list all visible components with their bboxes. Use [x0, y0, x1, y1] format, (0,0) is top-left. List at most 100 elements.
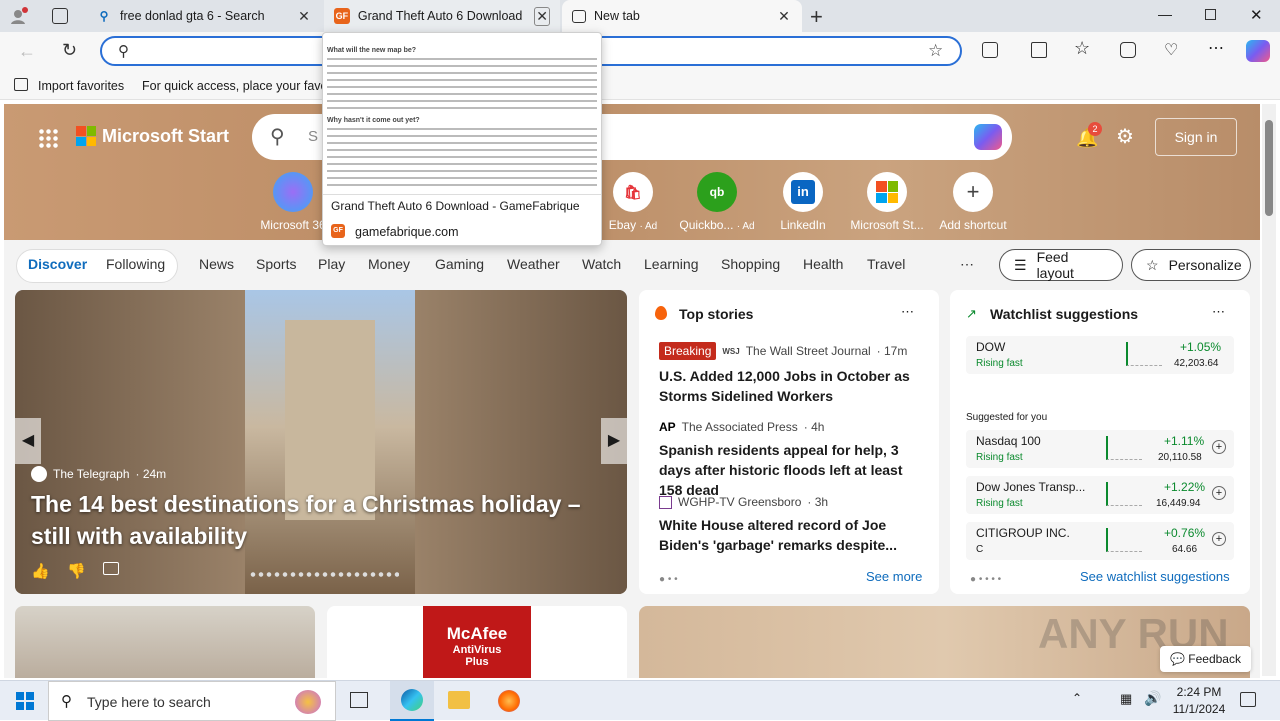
story-card-image[interactable] [15, 606, 315, 678]
carousel-dots[interactable] [249, 572, 399, 577]
browser-essentials-icon[interactable]: ♡ [1164, 40, 1178, 60]
volume-icon[interactable]: 🔊 [1144, 690, 1161, 707]
stock-name: Nasdaq 100 [976, 434, 1041, 448]
windows-start-icon[interactable] [16, 692, 34, 710]
watchlist-item[interactable]: Dow Jones Transp... Rising fast +1.22% 1… [966, 476, 1234, 514]
close-window-button[interactable]: ✕ [1250, 6, 1263, 24]
wghp-icon [659, 495, 672, 509]
edge-taskbar-icon[interactable] [390, 681, 434, 721]
new-tab-button[interactable]: + [810, 4, 823, 30]
close-tab-icon[interactable]: ✕ [534, 6, 550, 26]
firefox-icon[interactable] [498, 690, 520, 712]
wsj-icon: WSJ [722, 346, 740, 356]
feature-title[interactable]: The 14 best destinations for a Christmas… [31, 488, 601, 552]
nav-learning[interactable]: Learning [644, 256, 699, 272]
see-watchlist-link[interactable]: See watchlist suggestions [1080, 569, 1230, 584]
tab-following[interactable]: Following [106, 256, 165, 272]
favorites-icon[interactable]: ☆ [1074, 38, 1090, 59]
back-button[interactable]: ← [18, 41, 36, 62]
nav-news[interactable]: News [199, 256, 234, 272]
shortcut-add[interactable]: + Add shortcut [932, 172, 1014, 232]
nav-money[interactable]: Money [368, 256, 410, 272]
add-to-watchlist-icon[interactable]: + [1212, 532, 1226, 546]
see-more-link[interactable]: See more [866, 569, 922, 584]
minimize-button[interactable]: — [1158, 6, 1172, 22]
profile-avatar[interactable] [8, 6, 30, 26]
nav-gaming[interactable]: Gaming [435, 256, 484, 272]
nav-watch[interactable]: Watch [582, 256, 621, 272]
feed-layout-button[interactable]: ☰ Feed layout [999, 249, 1123, 281]
nav-weather[interactable]: Weather [507, 256, 560, 272]
shortcut-label: Ebay [608, 218, 637, 232]
tab-search[interactable]: ⚲ free donlad gta 6 - Search ✕ [86, 0, 322, 32]
tab-actions-icon[interactable] [52, 8, 68, 24]
import-favorites-link[interactable]: Import favorites [38, 79, 124, 93]
shortcut-label: LinkedIn [780, 218, 826, 232]
maximize-button[interactable] [1205, 9, 1216, 20]
shortcut-linkedin[interactable]: in LinkedIn [762, 172, 844, 232]
watchlist-item-dow[interactable]: DOW Rising fast +1.05% 42,203.64 [966, 336, 1234, 374]
comment-icon[interactable] [103, 562, 119, 575]
refresh-button[interactable]: ↻ [62, 40, 77, 61]
network-icon[interactable]: ▦ [1120, 691, 1132, 707]
close-tab-icon[interactable]: ✕ [776, 8, 792, 25]
close-tab-icon[interactable]: ✕ [296, 8, 312, 25]
nav-more-icon[interactable]: ⋯ [960, 256, 974, 273]
more-menu-icon[interactable]: ⋯ [1208, 38, 1224, 58]
feedback-icon: 💬 [1170, 652, 1189, 666]
watchlist-item[interactable]: Nasdaq 100 Rising fast +1.11% 20,110.58 … [966, 430, 1234, 468]
personalize-icon: ☆ [1146, 256, 1159, 273]
stock-status: C [976, 544, 984, 555]
nav-shopping[interactable]: Shopping [721, 256, 780, 272]
clock-time[interactable]: 2:24 PM [1174, 685, 1224, 699]
story-title[interactable]: U.S. Added 12,000 Jobs in October as Sto… [659, 366, 921, 406]
dislike-icon[interactable]: 👎 [67, 562, 86, 580]
brand-title[interactable]: Microsoft Start [102, 126, 229, 147]
tab-gta[interactable]: GF Grand Theft Auto 6 Download - G ✕ [324, 0, 560, 32]
task-view-icon[interactable] [350, 692, 368, 708]
shortcut-microsoft-store[interactable]: Microsoft St... [846, 172, 928, 232]
personalize-button[interactable]: ☆ Personalize [1131, 249, 1251, 281]
tray-chevron-icon[interactable]: ⌃ [1072, 691, 1082, 705]
mcafee-ad-card[interactable]: McAfee AntiVirus Plus [327, 606, 627, 678]
nav-travel[interactable]: Travel [867, 256, 905, 272]
collections-icon[interactable] [1120, 42, 1136, 58]
feedback-button[interactable]: 💬 Feedback [1160, 646, 1251, 672]
nav-health[interactable]: Health [803, 256, 843, 272]
notifications-icon[interactable] [1240, 692, 1256, 707]
page-scrollbar[interactable] [1262, 104, 1276, 676]
tab-hover-card: What will the new map be? Why hasn't it … [322, 32, 602, 246]
shortcut-ebay[interactable]: 🛍 Ebay · Ad [592, 172, 674, 232]
more-options-icon[interactable]: ⋯ [901, 304, 914, 320]
copilot-icon[interactable] [1246, 40, 1270, 62]
more-options-icon[interactable]: ⋯ [1212, 304, 1225, 320]
hover-card-title: Grand Theft Auto 6 Download - GameFabriq… [331, 199, 580, 213]
nav-play[interactable]: Play [318, 256, 345, 272]
gf-favicon: GF [331, 224, 345, 238]
tab-newtab[interactable]: New tab ✕ [562, 0, 802, 32]
extensions-icon[interactable] [982, 42, 998, 58]
favorite-star-icon[interactable]: ☆ [928, 41, 943, 61]
story-title[interactable]: Spanish residents appeal for help, 3 day… [659, 440, 925, 500]
split-screen-icon[interactable] [1031, 42, 1047, 58]
next-arrow[interactable]: ▶ [601, 418, 627, 464]
sign-in-button[interactable]: Sign in [1155, 118, 1237, 156]
shortcut-quickbooks[interactable]: qb Quickbo... · Ad [676, 172, 758, 232]
linkedin-icon: in [783, 172, 823, 212]
watchlist-item[interactable]: CITIGROUP INC. C +0.76% 64.66 + [966, 522, 1234, 560]
copilot-icon[interactable] [974, 124, 1002, 150]
feature-story-card[interactable]: ◀ ▶ The Telegraph · 24m The 14 best desti… [15, 290, 627, 594]
scrollbar-thumb[interactable] [1265, 120, 1273, 216]
nav-sports[interactable]: Sports [256, 256, 296, 272]
tab-discover[interactable]: Discover [28, 256, 87, 272]
settings-gear-icon[interactable]: ⚙ [1116, 124, 1134, 149]
story-title[interactable]: White House altered record of Joe Biden'… [659, 515, 925, 555]
add-to-watchlist-icon[interactable]: + [1212, 486, 1226, 500]
clock-date[interactable]: 11/1/2024 [1168, 702, 1230, 716]
add-to-watchlist-icon[interactable]: + [1212, 440, 1226, 454]
prev-arrow[interactable]: ◀ [15, 418, 41, 464]
file-explorer-icon[interactable] [448, 691, 470, 709]
taskbar-search-box[interactable]: ⚲ Type here to search [48, 681, 336, 721]
apps-grid-icon[interactable] [38, 128, 58, 148]
like-icon[interactable]: 👍 [31, 562, 50, 580]
